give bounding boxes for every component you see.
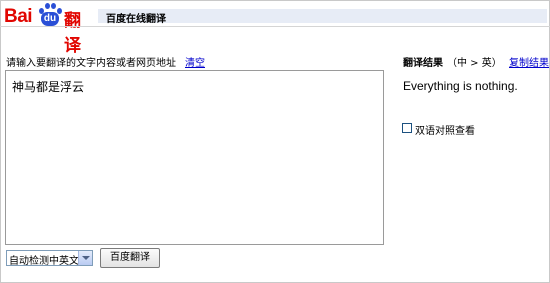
baidu-paw-icon: du	[38, 3, 62, 27]
source-text-value: 神马都是浮云	[12, 80, 85, 94]
input-prompt-label: 请输入要翻译的文字内容或者网页地址	[6, 58, 176, 69]
language-select[interactable]: 自动检测中英文	[6, 250, 93, 267]
language-select-value: 自动检测中英文	[9, 256, 79, 267]
logo-du-text: du	[43, 13, 57, 24]
translation-direction: （中 > 英）	[447, 58, 502, 69]
service-title: 百度在线翻译	[106, 14, 166, 25]
dropdown-arrow-icon[interactable]	[78, 251, 92, 265]
header-divider	[0, 26, 550, 27]
translate-button[interactable]: 百度翻译	[100, 248, 160, 268]
translation-result: Everything is nothing.	[403, 79, 518, 93]
bilingual-checkbox[interactable]	[402, 123, 412, 133]
service-title-bar: 百度在线翻译	[98, 9, 547, 25]
bilingual-label[interactable]: 双语对照查看	[415, 122, 475, 137]
result-title: 翻译结果	[403, 58, 443, 69]
source-text-input[interactable]	[5, 70, 384, 245]
logo-fanyi-text: 翻译	[64, 11, 81, 56]
clear-link[interactable]: 清空	[185, 54, 205, 69]
copy-result-link[interactable]: 复制结果	[509, 54, 549, 69]
logo-bai-text: Bai	[4, 6, 33, 27]
